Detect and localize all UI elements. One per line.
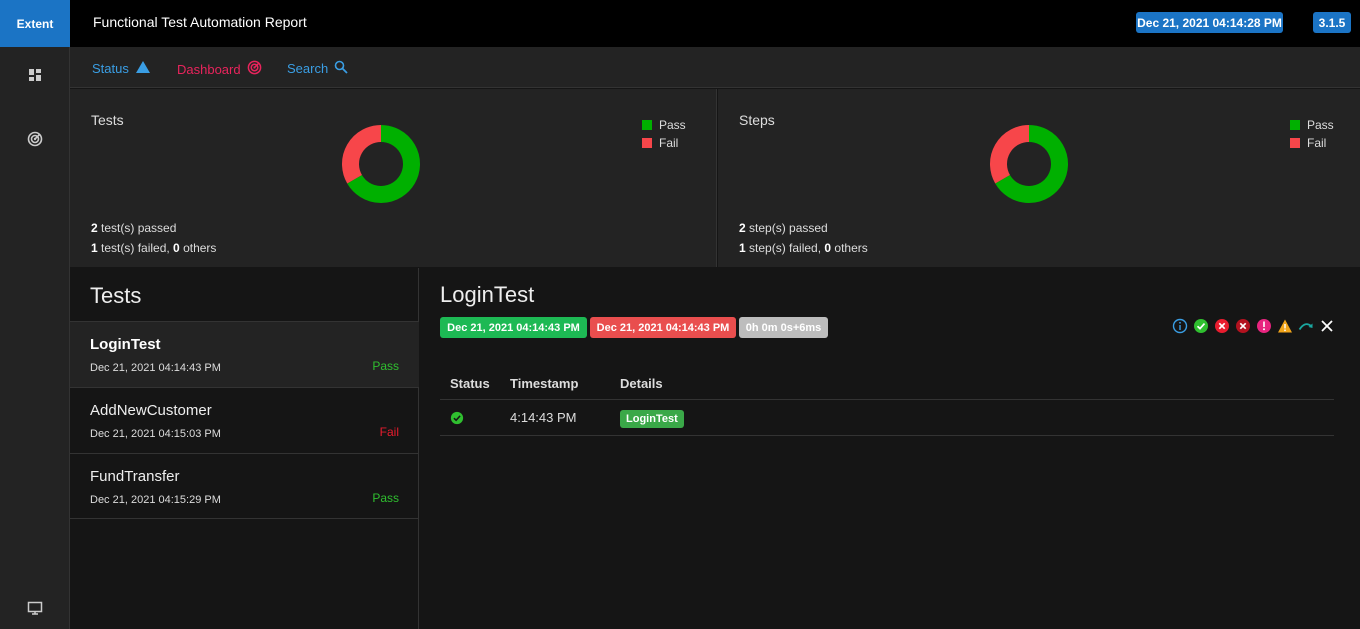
tab-status[interactable]: Status [92,60,151,77]
error-circle-icon[interactable] [1256,318,1272,334]
steps-summary-card: Steps Pass Fail 2 step(s) passed 1 step(… [718,89,1360,267]
radar-icon[interactable] [27,131,43,147]
log-table: Status Timestamp Details 4:14:43 PM Logi… [440,368,1334,436]
fatal-circle-icon[interactable] [1235,318,1251,334]
tab-dashboard[interactable]: Dashboard [177,60,262,78]
check-circle-icon[interactable] [1193,318,1209,334]
tests-summary-card: Tests Pass Fail 2 test(s) passed 1 test(… [70,89,717,267]
test-status: Fail [379,425,399,439]
tab-search-label: Search [287,61,329,76]
legend-label-fail: Fail [659,136,679,150]
radar-icon [247,60,262,78]
view-tabs: Status Dashboard Search [70,47,1360,88]
column-header: Timestamp [500,368,610,400]
others-count: 0 [173,241,180,255]
status-filters [1172,318,1335,334]
tab-dashboard-label: Dashboard [177,61,241,77]
detail-title: LoginTest [440,282,535,307]
list-item[interactable]: LoginTest Dec 21, 2021 04:14:43 PM Pass [70,321,419,387]
close-icon[interactable] [1319,318,1335,334]
brand-logo[interactable]: Extent [0,0,70,47]
passed-count: 2 [91,221,98,235]
list-item[interactable]: FundTransfer Dec 21, 2021 04:15:29 PM Pa… [70,453,419,519]
legend-swatch-pass [642,120,652,130]
search-icon [334,60,348,77]
fail-circle-icon[interactable] [1214,318,1230,334]
failed-count: 1 [91,241,98,255]
legend-label-fail: Fail [1307,136,1327,150]
timestamp-cell: 4:14:43 PM [500,399,610,436]
test-name: AddNewCustomer [90,402,212,419]
details-cell: LoginTest [610,399,1334,436]
report-date-badge: Dec 21, 2021 04:14:28 PM [1136,12,1283,33]
card-title: Steps [739,112,775,128]
legend-label-pass: Pass [1307,118,1334,132]
test-date: Dec 21, 2021 04:14:43 PM [90,362,221,374]
chart-legend: Pass Fail [642,116,686,152]
side-nav [0,47,70,629]
start-time-badge: Dec 21, 2021 04:14:43 PM [440,317,587,338]
skip-arrow-icon[interactable] [1298,318,1314,334]
column-header: Details [610,368,1334,400]
steps-summary: 2 step(s) passed 1 step(s) failed, 0 oth… [739,218,868,258]
test-name: LoginTest [90,336,161,353]
passed-text: test(s) passed [97,221,177,235]
end-time-badge: Dec 21, 2021 04:14:43 PM [590,317,736,338]
donut-slice-fail [342,125,382,184]
legend-swatch-pass [1290,120,1300,130]
table-row: 4:14:43 PM LoginTest [440,399,1334,436]
check-circle-icon [450,409,464,424]
passed-count: 2 [739,221,746,235]
monitor-icon[interactable] [27,600,43,616]
status-cell [440,399,500,436]
legend-swatch-fail [642,138,652,148]
dashboard-icon[interactable] [27,67,43,83]
tests-summary: 2 test(s) passed 1 test(s) failed, 0 oth… [91,218,216,258]
warning-triangle-icon[interactable] [1277,318,1293,334]
test-status: Pass [372,491,399,505]
test-list-heading: Tests [90,283,142,308]
passed-text: step(s) passed [745,221,828,235]
test-date: Dec 21, 2021 04:15:03 PM [90,428,221,440]
others-text: others [831,241,868,255]
steps-donut-chart [990,125,1068,203]
tests-donut-chart [342,125,420,203]
test-detail-panel: LoginTest Dec 21, 2021 04:14:43 PM Dec 2… [420,268,1360,629]
legend-label-pass: Pass [659,118,686,132]
legend-swatch-fail [1290,138,1300,148]
table-header-row: Status Timestamp Details [440,368,1334,400]
column-header: Status [440,368,500,400]
version-badge: 3.1.5 [1313,12,1351,33]
chart-legend: Pass Fail [1290,116,1334,152]
info-icon[interactable] [1172,318,1188,334]
test-date: Dec 21, 2021 04:15:29 PM [90,494,221,506]
tab-status-label: Status [92,61,129,76]
failed-text: test(s) failed, [97,241,174,255]
warning-triangle-icon [135,60,151,77]
test-status: Pass [372,359,399,373]
failed-text: step(s) failed, [745,241,825,255]
failed-count: 1 [739,241,746,255]
details-badge: LoginTest [620,409,684,428]
test-name: FundTransfer [90,468,180,485]
card-title: Tests [91,112,124,128]
list-item[interactable]: AddNewCustomer Dec 21, 2021 04:15:03 PM … [70,387,419,453]
report-title: Functional Test Automation Report [93,14,307,30]
tab-search[interactable]: Search [287,60,348,77]
donut-slice-fail [990,125,1030,184]
test-list-panel: Tests LoginTest Dec 21, 2021 04:14:43 PM… [70,268,419,629]
top-bar: Extent Functional Test Automation Report… [0,0,1360,47]
duration-badge: 0h 0m 0s+6ms [739,317,828,338]
others-text: others [179,241,217,255]
